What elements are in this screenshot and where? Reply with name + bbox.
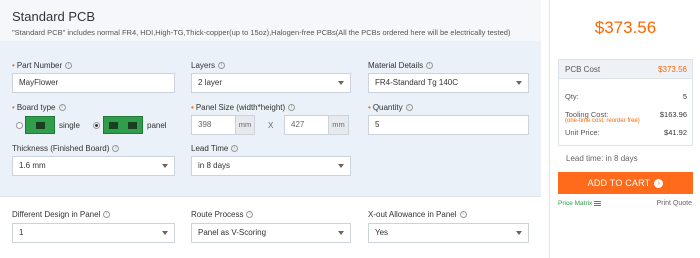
panel-size-label: • Panel Size (width*height) i (191, 103, 296, 112)
info-icon[interactable]: i (246, 211, 254, 219)
qty-label: Qty: (565, 92, 579, 101)
options-section: • Part Number i MayFlower Layers i 2 layer … (0, 41, 541, 196)
arrow-right-icon: › (654, 179, 664, 189)
chevron-down-icon (162, 164, 168, 168)
chevron-down-icon (338, 81, 344, 85)
unit-price-label: Unit Price: (565, 128, 600, 137)
page-subtitle: "Standard PCB" includes normal FR4, HDI,… (12, 28, 511, 37)
tooling-value: $163.96 (659, 110, 687, 119)
panel-height-unit: mm (328, 115, 349, 135)
chevron-down-icon (162, 231, 168, 235)
board-type-panel-label: panel (147, 121, 167, 130)
print-quote-link[interactable]: Print Quote (657, 200, 692, 207)
chevron-down-icon (338, 231, 344, 235)
info-icon[interactable]: i (103, 211, 111, 219)
xout-select[interactable]: Yes (368, 223, 529, 243)
board-type-single-radio[interactable] (16, 122, 23, 129)
lead-time-select[interactable]: in 8 days (191, 156, 351, 176)
thickness-label: Thickness (Finished Board) i (12, 144, 120, 153)
different-design-label: Different Design in Panel i (12, 210, 111, 219)
part-number-label: • Part Number i (12, 61, 73, 70)
quantity-input[interactable]: 5 (368, 115, 529, 135)
thickness-select[interactable]: 1.6 mm (12, 156, 175, 176)
menu-icon (594, 200, 602, 206)
chevron-down-icon (516, 81, 522, 85)
material-label: Material Details i (368, 61, 434, 70)
route-process-select[interactable]: Panel as V-Scoring (191, 223, 351, 243)
info-icon[interactable]: i (65, 62, 73, 70)
lead-time-label: Lead Time i (191, 144, 239, 153)
board-type-single-label: single (59, 121, 80, 130)
add-to-cart-label: ADD TO CART (587, 178, 651, 188)
pcb-cost-label: PCB Cost (565, 65, 601, 74)
price-summary-panel: $373.56 PCB Cost $373.56 Qty: 5 Tooling … (549, 0, 700, 258)
board-type-panel-radio[interactable] (93, 122, 100, 129)
add-to-cart-button[interactable]: ADD TO CART › (558, 172, 693, 194)
panel-height-input[interactable]: 427 (284, 115, 329, 135)
unit-price-value: $41.92 (664, 128, 687, 137)
total-price: $373.56 (594, 18, 657, 37)
info-icon[interactable]: i (58, 104, 66, 112)
info-icon[interactable]: i (112, 145, 120, 153)
pcb-cost-value: $373.56 (658, 65, 687, 74)
part-number-input[interactable]: MayFlower (12, 73, 175, 93)
route-process-label: Route Process i (191, 210, 254, 219)
info-icon[interactable]: i (218, 62, 226, 70)
price-matrix-link[interactable]: Price Matrix (558, 200, 602, 207)
info-icon[interactable]: i (405, 104, 413, 112)
panel-width-unit: mm (235, 115, 255, 135)
different-design-select[interactable]: 1 (12, 223, 175, 243)
pcb-cost-row: PCB Cost $373.56 (558, 59, 693, 79)
layers-select[interactable]: 2 layer (191, 73, 351, 93)
lead-time-summary: Lead time: in 8 days (566, 154, 638, 163)
info-icon[interactable]: i (426, 62, 434, 70)
quantity-label: • Quantity i (368, 103, 413, 112)
panel-width-input[interactable]: 398 (191, 115, 236, 135)
cost-details: Qty: 5 Tooling Cost: (one-time cost, reo… (558, 79, 693, 146)
board-type-label: • Board type i (12, 103, 66, 112)
tooling-note: (one-time cost, reorder free) (565, 118, 640, 124)
layers-label: Layers i (191, 61, 226, 70)
page-title: Standard PCB (12, 9, 96, 24)
pcb-options-panel: Standard PCB "Standard PCB" includes nor… (0, 0, 541, 258)
qty-value: 5 (682, 92, 687, 101)
panel-board-icon[interactable] (103, 116, 143, 134)
xout-label: X-out Allowance in Panel i (368, 210, 467, 219)
info-icon[interactable]: i (459, 211, 467, 219)
single-board-icon[interactable] (25, 116, 55, 134)
info-icon[interactable]: i (288, 104, 296, 112)
info-icon[interactable]: i (231, 145, 239, 153)
times-separator: X (268, 121, 274, 130)
panel-options-section: Different Design in Panel i 1 Route Proce… (0, 196, 541, 258)
chevron-down-icon (516, 231, 522, 235)
material-select[interactable]: FR4-Standard Tg 140C (368, 73, 529, 93)
chevron-down-icon (338, 164, 344, 168)
